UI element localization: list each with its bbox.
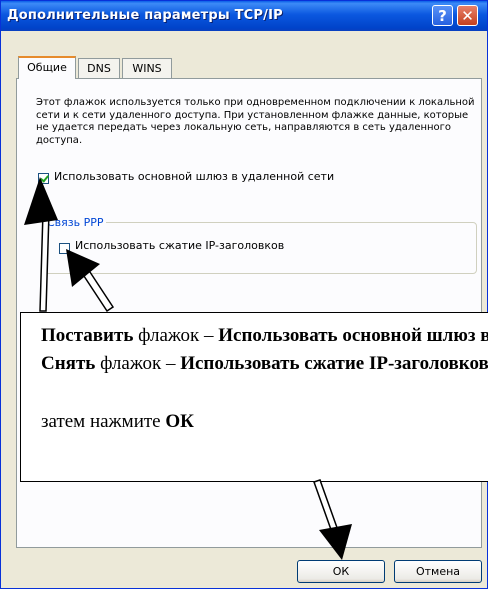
title-bar[interactable]: Дополнительные параметры TCP/IP ? ✕ (1, 1, 487, 31)
instruction-line-1-target: Использовать основной шлюз в удаленной с… (218, 325, 488, 346)
compression-checkbox-label[interactable]: Использовать сжатие IP-заголовков (75, 239, 284, 252)
close-button[interactable]: ✕ (457, 5, 478, 26)
tab-dns[interactable]: DNS (78, 58, 120, 79)
tab-general[interactable]: Общие (18, 56, 76, 79)
ok-button[interactable]: ОК (297, 560, 385, 583)
tab-wins[interactable]: WINS (122, 58, 172, 79)
instruction-line-3-ok: ОК (165, 411, 194, 432)
tcpip-dialog-window: Дополнительные параметры TCP/IP ? ✕ Общи… (0, 0, 488, 589)
instruction-line-2-mid: флажок – (95, 353, 181, 374)
instruction-line-2-target: Использовать сжатие IP-заголовков (180, 353, 488, 374)
cancel-button[interactable]: Отмена (394, 560, 482, 583)
window-title: Дополнительные параметры TCP/IP (7, 8, 283, 23)
instruction-line-3-text: затем нажмите (41, 411, 166, 432)
instruction-overlay: Поставить флажок – Использовать основной… (20, 312, 488, 482)
gateway-checkbox[interactable] (38, 173, 49, 184)
compression-checkbox[interactable] (59, 243, 70, 254)
help-button[interactable]: ? (432, 5, 453, 26)
instruction-line-1-mid: флажок – (133, 325, 219, 346)
instruction-line-2: Снять флажок – Использовать сжатие IP-за… (41, 353, 488, 375)
instruction-line-1: Поставить флажок – Использовать основной… (41, 325, 488, 347)
ppp-group-label: Связь PPP (45, 216, 106, 229)
gateway-checkbox-label[interactable]: Использовать основной шлюз в удаленной с… (54, 170, 334, 183)
instruction-line-1-action: Поставить (41, 325, 134, 346)
description-text: Этот флажок используется только при одно… (36, 97, 475, 146)
instruction-line-2-action: Снять (41, 353, 96, 374)
instruction-line-3: затем нажмите ОК (41, 411, 194, 433)
